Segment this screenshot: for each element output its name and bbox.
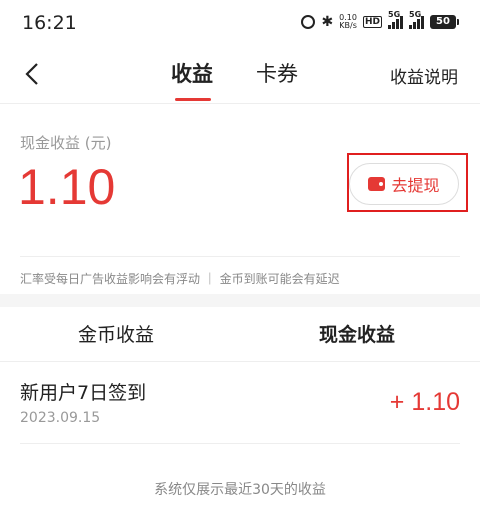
highlight-box [347,153,468,212]
alarm-icon [301,15,316,29]
back-arrow-icon[interactable] [22,62,44,86]
signal-5g-label: 5G [388,9,401,19]
tab-earnings[interactable]: 收益 [171,58,213,88]
active-tab-indicator [175,98,211,101]
tab-cash-income[interactable]: 现金收益 [319,320,395,347]
cash-earnings-card: 现金收益 (元) 1.10 去提现 汇率受每日广告收益影响会有浮动 ｜ 金币到账… [0,104,480,294]
status-icons: ✱ 0.10 KB/s HD 5G 5G 50 [301,10,459,30]
bluetooth-icon: ✱ [321,14,334,30]
cash-earnings-value: 1.10 [18,159,116,215]
hd-icon: HD [362,16,382,28]
divider [0,361,480,362]
income-panel: 金币收益 现金收益 新用户7日签到 2023.09.15 + 1.10 系统仅展… [0,307,480,511]
network-speed-unit: KB/s [339,21,357,30]
cash-earnings-label: 现金收益 (元) [20,134,112,152]
nav-bar: 收益 卡券 收益说明 [0,46,480,104]
tab-coin-income[interactable]: 金币收益 [78,320,154,347]
footnote: 系统仅展示最近30天的收益 [154,482,326,498]
signal-icon-2: 5G [409,10,424,29]
record-date: 2023.09.15 [20,410,101,426]
record-title: 新用户7日签到 [20,382,147,404]
signal-icon: 5G [388,10,403,29]
battery-icon: 50 [430,15,459,29]
status-bar: 16:21 ✱ 0.10 KB/s HD 5G 5G 50 [0,0,480,46]
divider [20,443,460,444]
signal-5g-label-2: 5G [409,9,422,19]
earnings-help-link[interactable]: 收益说明 [390,63,458,88]
record-amount: + 1.10 [389,388,460,416]
status-time: 16:21 [22,12,77,34]
exchange-notice: 汇率受每日广告收益影响会有浮动 ｜ 金币到账可能会有延迟 [20,272,340,286]
network-speed: 0.10 KB/s [339,14,357,30]
tab-coupons[interactable]: 卡券 [256,58,298,88]
divider [20,256,460,257]
